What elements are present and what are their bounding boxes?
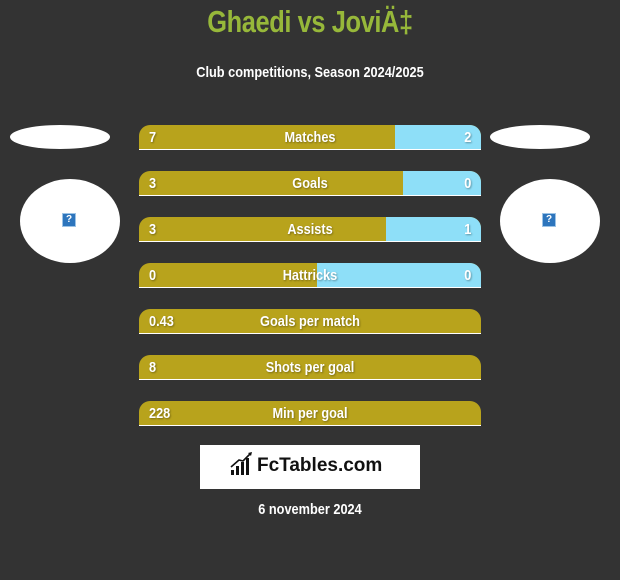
stat-label: Shots per goal bbox=[265, 359, 355, 376]
left-value: 3 bbox=[149, 175, 157, 192]
stat-row-goals-per-match: 0.43 Goals per match bbox=[139, 309, 481, 334]
stat-row-min-per-goal: 228 Min per goal bbox=[139, 401, 481, 426]
left-value: 0 bbox=[149, 267, 157, 284]
stat-label: Goals per match bbox=[260, 313, 360, 330]
left-value: 3 bbox=[149, 221, 157, 238]
right-value: 2 bbox=[463, 129, 471, 146]
stat-label: Hattricks bbox=[282, 267, 338, 284]
stat-label: Assists bbox=[287, 221, 333, 238]
fctables-logo[interactable]: FcTables.com bbox=[200, 445, 420, 489]
broken-image-icon: ? bbox=[62, 213, 76, 227]
right-value: 0 bbox=[463, 175, 471, 192]
bar-chart-trend-icon bbox=[230, 452, 252, 475]
page-title: Ghaedi vs JoviÄ‡ bbox=[207, 4, 413, 39]
left-player-name-placeholder bbox=[10, 125, 110, 149]
stat-row-assists: 3 Assists 1 bbox=[139, 217, 481, 242]
report-date: 6 november 2024 bbox=[258, 501, 362, 518]
stat-row-shots-per-goal: 8 Shots per goal bbox=[139, 355, 481, 380]
stat-row-hattricks: 0 Hattricks 0 bbox=[139, 263, 481, 288]
left-value: 7 bbox=[149, 129, 157, 146]
right-team-logo: ? bbox=[500, 179, 600, 263]
competition-subtitle: Club competitions, Season 2024/2025 bbox=[196, 64, 424, 81]
right-value: 0 bbox=[463, 267, 471, 284]
right-value: 1 bbox=[463, 221, 471, 238]
left-team-logo: ? bbox=[20, 179, 120, 263]
stat-label: Min per goal bbox=[272, 405, 348, 422]
left-value: 8 bbox=[149, 359, 157, 376]
stat-row-goals: 3 Goals 0 bbox=[139, 171, 481, 196]
right-player-name-placeholder bbox=[490, 125, 590, 149]
stat-label: Goals bbox=[292, 175, 328, 192]
broken-image-icon: ? bbox=[542, 213, 556, 227]
stat-row-matches: 7 Matches 2 bbox=[139, 125, 481, 150]
stat-label: Matches bbox=[284, 129, 336, 146]
brand-name: FcTables.com bbox=[257, 455, 383, 476]
